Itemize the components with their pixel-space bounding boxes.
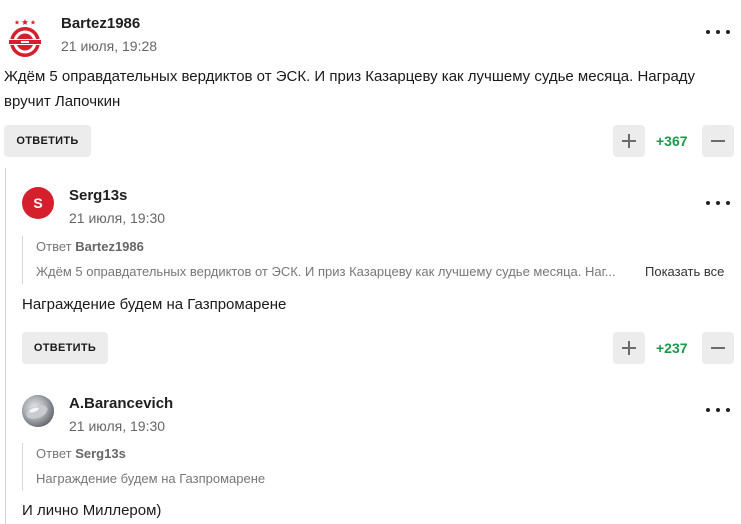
downvote-button[interactable] xyxy=(702,332,734,364)
reply-button[interactable]: ОТВЕТИТЬ xyxy=(22,332,108,364)
minus-icon xyxy=(711,140,725,142)
show-all-link[interactable]: Показать все xyxy=(645,264,724,279)
reply-button[interactable]: ОТВЕТИТЬ xyxy=(4,125,91,157)
more-options-icon[interactable] xyxy=(706,26,730,38)
downvote-button[interactable] xyxy=(702,125,734,157)
photo-avatar-icon[interactable] xyxy=(22,395,54,427)
comment-author[interactable]: Serg13s xyxy=(69,187,127,204)
quote-author[interactable]: Bartez1986 xyxy=(75,239,144,254)
quote-prefix: Ответ xyxy=(36,446,72,461)
quote-header: Ответ Serg13s xyxy=(36,446,126,461)
comment-text: И лично Миллером) xyxy=(22,502,162,519)
comment-date: 21 июля, 19:30 xyxy=(69,210,166,226)
minus-icon xyxy=(711,347,725,349)
more-options-icon[interactable] xyxy=(706,197,730,209)
avatar[interactable]: S xyxy=(22,187,54,219)
quote-author[interactable]: Serg13s xyxy=(75,446,126,461)
comment-text: Ждём 5 оправдательных вердиктов от ЭСК. … xyxy=(4,68,696,110)
comment-score: +237 xyxy=(656,340,688,356)
spartak-logo-icon[interactable] xyxy=(4,17,46,59)
quote-text: Ждём 5 оправдательных вердиктов от ЭСК. … xyxy=(36,264,616,279)
quote-prefix: Ответ xyxy=(36,239,72,254)
quote-line xyxy=(22,443,23,491)
thread-line xyxy=(5,168,6,524)
comment-text: Награждение будем на Газпромарене xyxy=(22,296,287,313)
more-options-icon[interactable] xyxy=(706,404,730,416)
comment-score: +367 xyxy=(656,133,688,149)
upvote-button[interactable] xyxy=(613,125,645,157)
comment-author[interactable]: A.Barancevich xyxy=(69,395,173,412)
quote-header: Ответ Bartez1986 xyxy=(36,239,144,254)
avatar-letter: S xyxy=(22,187,54,219)
quote-text: Награждение будем на Газпромарене xyxy=(36,471,266,486)
quote-line xyxy=(22,236,23,284)
upvote-button[interactable] xyxy=(613,332,645,364)
comment-date: 21 июля, 19:28 xyxy=(61,38,158,54)
comment-author[interactable]: Bartez1986 xyxy=(61,15,140,32)
comment-date: 21 июля, 19:30 xyxy=(69,418,166,434)
